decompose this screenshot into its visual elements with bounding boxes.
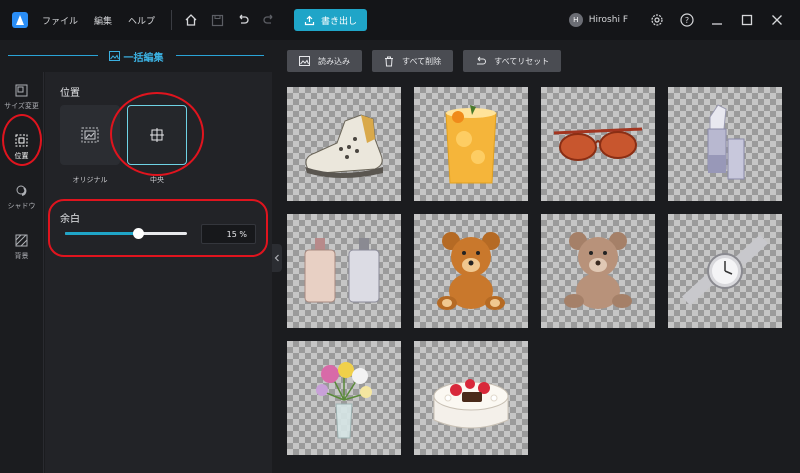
reset-icon: [477, 56, 487, 65]
rail-item-position[interactable]: 位置: [0, 122, 43, 172]
margin-value-field[interactable]: 15 %: [201, 224, 256, 244]
image-tile-teddy-bear[interactable]: [414, 214, 528, 328]
position-original-label: オリジナル: [72, 176, 108, 184]
image-tile-strawberry-cake[interactable]: [414, 341, 528, 455]
perfume-bottles-image: [304, 238, 380, 303]
header-rule-right: [176, 55, 264, 56]
position-original-option[interactable]: [60, 105, 120, 165]
menu-bar: ファイル 編集 ヘルプ: [42, 14, 171, 27]
image-tile-orange-drink[interactable]: [414, 87, 528, 201]
delete-all-button[interactable]: すべて削除: [372, 50, 454, 72]
rail-item-background[interactable]: 背景: [0, 222, 43, 272]
redo-icon[interactable]: [256, 7, 282, 33]
menu-help[interactable]: ヘルプ: [128, 14, 155, 27]
settings-panel: 位置 オリジナル 中央 余白 15 %: [45, 72, 272, 473]
rail-item-shadow[interactable]: シャドウ: [0, 172, 43, 222]
panel-collapse-handle[interactable]: [272, 244, 282, 272]
menu-edit[interactable]: 編集: [94, 14, 112, 27]
margin-slider-fill: [65, 232, 139, 235]
export-icon: [304, 15, 315, 25]
close-icon[interactable]: [762, 5, 792, 35]
position-icon: [15, 134, 28, 146]
margin-slider[interactable]: [65, 228, 187, 239]
reset-all-button[interactable]: すべてリセット: [463, 50, 562, 72]
import-label: 読み込み: [318, 56, 350, 66]
rail-item-resize[interactable]: サイズ変更: [0, 72, 43, 122]
position-center-option[interactable]: [127, 105, 187, 165]
sneaker-image: [305, 114, 383, 178]
avatar[interactable]: H: [568, 13, 583, 27]
header-rule-left: [8, 55, 98, 56]
home-icon[interactable]: [178, 7, 204, 33]
minimize-icon[interactable]: [702, 5, 732, 35]
image-tile-lipstick[interactable]: [668, 87, 782, 201]
image-tile-flower-vase[interactable]: [287, 341, 401, 455]
center-grid-icon: [150, 128, 164, 142]
delete-all-label: すべて削除: [402, 56, 442, 66]
rail-label: 背景: [14, 251, 29, 260]
export-button[interactable]: 書き出し: [294, 9, 368, 31]
flower-vase-image: [316, 362, 372, 439]
user-name[interactable]: Hiroshi F: [589, 15, 628, 25]
import-button[interactable]: 読み込み: [287, 50, 362, 72]
image-icon: [299, 56, 310, 66]
teddy-bear-image: [437, 232, 505, 310]
image-tile-wristwatch[interactable]: [668, 214, 782, 328]
image-icon: [108, 51, 120, 61]
image-tile-teddy-bear-light[interactable]: [541, 214, 655, 328]
sunglasses-image: [553, 127, 643, 161]
export-label: 書き出し: [321, 16, 358, 27]
lipstick-image: [707, 104, 745, 180]
image-grid: [287, 87, 797, 473]
image-icon: [81, 127, 99, 143]
action-bar: 読み込み すべて削除 すべてリセット: [287, 50, 562, 72]
resize-icon: [15, 84, 28, 96]
toolbar-divider: [171, 10, 173, 30]
teddy-bear-light-image: [564, 232, 632, 309]
margin-slider-thumb[interactable]: [133, 228, 145, 239]
orange-drink-image: [445, 105, 497, 184]
strawberry-cake-image: [433, 379, 509, 429]
margin-section-title: 余白: [60, 214, 80, 225]
app-logo: [12, 12, 28, 28]
tool-rail: サイズ変更 位置 シャドウ 背景: [0, 72, 44, 473]
wristwatch-image: [681, 234, 769, 306]
maximize-icon[interactable]: [732, 5, 762, 35]
save-icon[interactable]: [204, 7, 230, 33]
help-icon[interactable]: ?: [672, 5, 702, 35]
rail-label: 位置: [14, 151, 29, 160]
gear-icon[interactable]: [642, 5, 672, 35]
rail-label: シャドウ: [7, 201, 36, 210]
panel-title-text: 一括編集: [123, 52, 164, 64]
svg-text:?: ?: [685, 16, 689, 25]
background-icon: [15, 234, 28, 246]
panel-header: 一括編集: [0, 40, 272, 72]
trash-icon: [385, 56, 393, 66]
rail-label: サイズ変更: [4, 101, 39, 110]
reset-all-label: すべてリセット: [494, 56, 550, 66]
image-tile-perfume[interactable]: [287, 214, 401, 328]
undo-icon[interactable]: [230, 7, 256, 33]
shadow-icon: [16, 185, 27, 196]
panel-title: 一括編集: [104, 48, 168, 64]
title-bar: ファイル 編集 ヘルプ 書き出し H Hiroshi F ?: [0, 0, 800, 40]
image-tile-sunglasses[interactable]: [541, 87, 655, 201]
position-section-title: 位置: [60, 88, 80, 99]
menu-file[interactable]: ファイル: [42, 14, 78, 27]
image-tile-sneaker[interactable]: [287, 87, 401, 201]
chevron-left-icon: [274, 254, 279, 262]
position-center-label: 中央: [150, 176, 164, 184]
